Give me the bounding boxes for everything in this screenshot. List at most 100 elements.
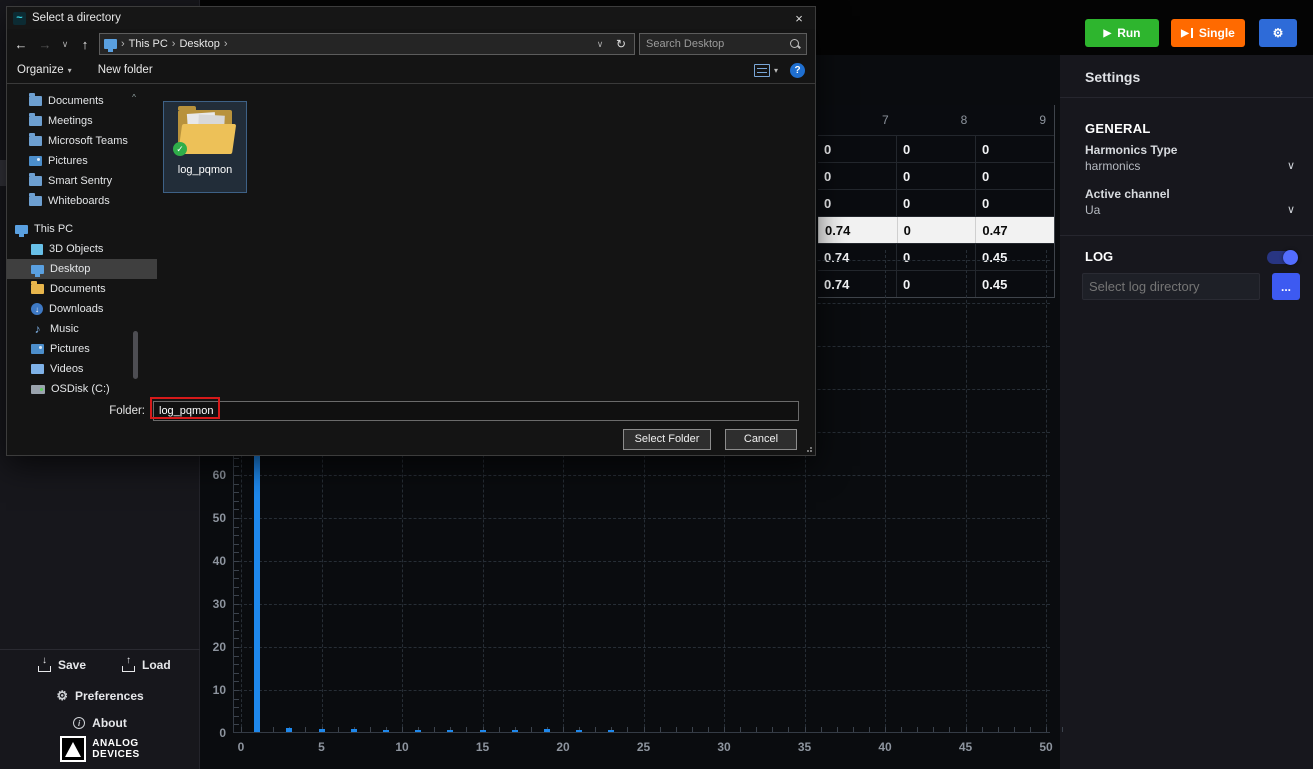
tree-item-microsoft-teams[interactable]: Microsoft Teams — [7, 131, 157, 151]
load-icon: ↑ — [122, 659, 135, 672]
general-section-title: GENERAL — [1085, 121, 1151, 136]
new-folder-button[interactable]: New folder — [98, 64, 153, 76]
x-minor-tick — [676, 727, 677, 732]
tree-scrollbar-thumb[interactable] — [133, 331, 138, 379]
breadcrumb-separator: › — [224, 38, 228, 50]
chart-bar — [576, 730, 582, 732]
tree-item-meetings[interactable]: Meetings — [7, 111, 157, 131]
about-button[interactable]: i About — [0, 716, 200, 730]
y-minor-tick — [234, 518, 239, 519]
close-icon[interactable]: × — [783, 7, 815, 29]
x-minor-tick — [402, 727, 403, 732]
breadcrumb-separator: › — [172, 38, 176, 50]
tree-item-downloads[interactable]: ↓Downloads — [7, 299, 157, 319]
up-button[interactable]: ↑ — [75, 37, 95, 52]
change-view-button[interactable]: ▾ — [754, 64, 778, 77]
dialog-title-bar[interactable]: ~ Select a directory × — [7, 7, 815, 29]
browse-log-directory-button[interactable]: ... — [1272, 273, 1300, 300]
x-minor-tick — [853, 727, 854, 732]
log-directory-input[interactable] — [1082, 273, 1260, 300]
y-minor-tick — [234, 673, 239, 674]
run-button[interactable]: ▶ Run — [1085, 19, 1159, 47]
tree-item-whiteboards[interactable]: Whiteboards — [7, 191, 157, 211]
x-minor-tick — [821, 727, 822, 732]
tree-item-documents-pc[interactable]: Documents — [7, 279, 157, 299]
about-label: About — [92, 716, 127, 730]
x-tick-label: 10 — [395, 740, 408, 754]
caret-down-icon: ▾ — [774, 66, 778, 75]
chart-hgridline — [234, 604, 1050, 605]
x-minor-tick — [901, 727, 902, 732]
chart-hgridline — [234, 690, 1050, 691]
table-cell: 0 — [896, 190, 975, 216]
tree-scroll-up-icon[interactable]: ^ — [128, 93, 140, 102]
table-cell: 0 — [896, 136, 975, 162]
refresh-icon[interactable]: ↻ — [612, 37, 630, 51]
tree-item-osdisk[interactable]: OSDisk (C:) — [7, 379, 157, 399]
save-label: Save — [58, 658, 86, 672]
chart-vgridline — [1046, 250, 1047, 732]
tree-item-desktop[interactable]: Desktop — [7, 259, 157, 279]
x-minor-tick — [273, 727, 274, 732]
address-dropdown-button[interactable]: ∨ — [592, 39, 608, 50]
breadcrumb-this-pc[interactable]: This PC — [129, 38, 168, 50]
search-input[interactable] — [640, 38, 788, 50]
folder-name-input[interactable] — [153, 401, 799, 421]
search-icon — [788, 37, 801, 51]
save-button[interactable]: ↓ Save — [38, 658, 86, 672]
table-cell: 0 — [975, 190, 1054, 216]
address-bar: ← → ∨ ↑ › This PC › Desktop › ∨ ↻ — [7, 31, 815, 57]
preferences-button[interactable]: ⚙ Preferences — [0, 688, 200, 704]
app-icon: ~ — [13, 12, 26, 25]
gear-icon: ⚙ — [1273, 26, 1284, 40]
select-folder-button[interactable]: Select Folder — [623, 429, 711, 450]
single-button[interactable]: ▶ Single — [1171, 19, 1245, 47]
help-icon[interactable]: ? — [790, 63, 805, 78]
chart-bar — [447, 730, 453, 732]
harmonics-type-value[interactable]: harmonics — [1085, 159, 1140, 173]
breadcrumb[interactable]: › This PC › Desktop › ∨ ↻ — [99, 33, 635, 55]
breadcrumb-desktop[interactable]: Desktop — [179, 38, 219, 50]
tree-item-this-pc[interactable]: This PC — [7, 219, 157, 239]
recent-locations-button[interactable]: ∨ — [59, 39, 71, 50]
table-row[interactable]: 000 — [818, 162, 1054, 189]
table-row-highlighted[interactable]: 0.7400.47 — [818, 216, 1054, 243]
step-icon: ▶ — [1181, 28, 1189, 39]
x-minor-tick — [740, 727, 741, 732]
load-button[interactable]: ↑ Load — [122, 658, 171, 672]
organize-button[interactable]: Organize ▾ — [17, 64, 72, 76]
file-tile-log-pqmon[interactable]: ✓ log_pqmon — [163, 101, 247, 193]
x-minor-tick — [1046, 727, 1047, 732]
y-minor-tick — [234, 466, 239, 467]
tree-item-label: Pictures — [48, 155, 88, 167]
settings-gear-button[interactable]: ⚙ — [1259, 19, 1297, 47]
y-minor-tick — [234, 501, 239, 502]
log-section-title: LOG — [1085, 249, 1113, 264]
sidebar-divider — [0, 649, 200, 650]
table-row[interactable]: 000 — [818, 189, 1054, 216]
chevron-down-icon[interactable]: ∨ — [1287, 159, 1295, 172]
pictures-icon — [29, 156, 42, 166]
file-tile-label: log_pqmon — [164, 164, 246, 176]
search-box[interactable] — [639, 33, 807, 55]
cancel-button[interactable]: Cancel — [725, 429, 797, 450]
resize-grip[interactable] — [804, 444, 812, 452]
table-row[interactable]: 000 — [818, 135, 1054, 162]
y-minor-tick — [234, 681, 239, 682]
tree-item-smart-sentry[interactable]: Smart Sentry — [7, 171, 157, 191]
x-minor-tick — [982, 727, 983, 732]
y-minor-tick — [234, 647, 239, 648]
chart-bar — [383, 730, 389, 732]
table-cell: 0.47 — [975, 217, 1054, 243]
y-minor-tick — [234, 664, 239, 665]
chevron-down-icon[interactable]: ∨ — [1287, 203, 1295, 216]
tree-item-3d-objects[interactable]: 3D Objects — [7, 239, 157, 259]
x-minor-tick — [370, 727, 371, 732]
log-toggle[interactable] — [1267, 251, 1297, 264]
active-channel-value[interactable]: Ua — [1085, 203, 1100, 217]
tree-item-pictures-onedrive[interactable]: Pictures — [7, 151, 157, 171]
folder-icon — [29, 196, 42, 206]
forward-button[interactable]: → — [35, 37, 55, 52]
sync-check-icon: ✓ — [173, 142, 187, 156]
back-button[interactable]: ← — [11, 37, 31, 52]
